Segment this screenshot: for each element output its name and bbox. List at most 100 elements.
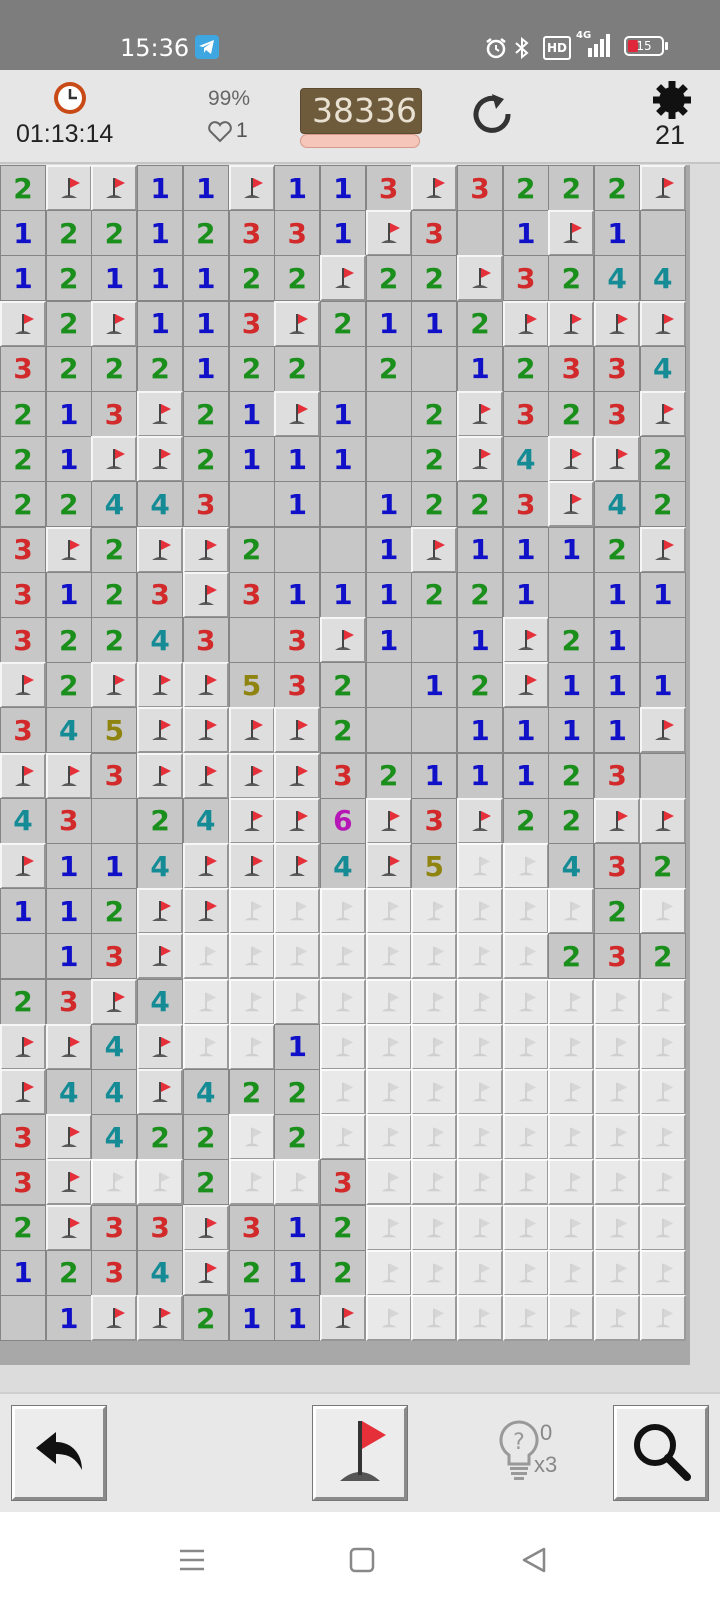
board-cell[interactable] <box>411 1023 458 1070</box>
board-cell[interactable] <box>0 933 46 980</box>
board-cell[interactable] <box>502 843 549 889</box>
settings-button[interactable] <box>652 80 692 125</box>
board-cell[interactable]: 2 <box>548 933 595 980</box>
board-cell[interactable]: 2 <box>502 345 549 392</box>
board-cell[interactable]: 1 <box>137 255 184 302</box>
board-cell[interactable]: 1 <box>548 526 595 573</box>
board-cell[interactable]: 3 <box>0 526 46 573</box>
board-cell[interactable]: 3 <box>228 300 275 347</box>
board-cell[interactable]: 1 <box>502 526 549 573</box>
board-cell[interactable] <box>548 210 595 257</box>
board-cell[interactable]: 3 <box>182 481 229 528</box>
board-cell[interactable]: 1 <box>502 571 549 618</box>
board-cell[interactable]: 1 <box>319 165 366 211</box>
board-cell[interactable]: 3 <box>45 978 92 1025</box>
board-cell[interactable] <box>228 888 275 935</box>
board-cell[interactable]: 1 <box>365 526 412 573</box>
board-cell[interactable]: 2 <box>182 210 229 257</box>
board-cell[interactable]: 2 <box>594 888 641 935</box>
board-cell[interactable] <box>457 436 503 483</box>
board-cell[interactable]: 1 <box>182 300 229 347</box>
board-cell[interactable]: 1 <box>594 210 641 257</box>
board-cell[interactable]: 4 <box>594 255 641 302</box>
board-cell[interactable]: 4 <box>639 345 686 392</box>
board-cell[interactable]: 3 <box>0 617 46 663</box>
board-cell[interactable] <box>274 752 321 799</box>
board-cell[interactable] <box>457 978 503 1025</box>
board-cell[interactable]: 4 <box>45 1069 92 1115</box>
board-cell[interactable]: 1 <box>594 707 641 754</box>
board-cell[interactable] <box>0 752 46 799</box>
hint-area[interactable]: ? 0 x3 <box>496 1418 566 1488</box>
board-cell[interactable]: 2 <box>639 843 686 889</box>
board-cell[interactable]: 2 <box>91 888 138 935</box>
board-cell[interactable]: 2 <box>502 797 549 844</box>
board-cell[interactable]: 3 <box>594 843 641 889</box>
board-cell[interactable] <box>0 1295 46 1341</box>
board-cell[interactable] <box>45 526 92 573</box>
board-cell[interactable] <box>411 165 458 211</box>
board-cell[interactable] <box>639 1295 686 1341</box>
board-cell[interactable] <box>548 1069 595 1115</box>
board-cell[interactable] <box>365 1023 412 1070</box>
board-cell[interactable] <box>548 1249 595 1296</box>
board-cell[interactable]: 1 <box>0 1249 46 1296</box>
board-cell[interactable] <box>91 662 138 709</box>
board-cell[interactable]: 4 <box>137 843 184 889</box>
board-cell[interactable]: 2 <box>137 797 184 844</box>
board-cell[interactable] <box>639 752 686 799</box>
board-cell[interactable]: 1 <box>594 617 641 663</box>
board-cell[interactable]: 4 <box>639 255 686 302</box>
board-cell[interactable]: 3 <box>0 345 46 392</box>
board-cell[interactable]: 1 <box>137 300 184 347</box>
board-cell[interactable]: 1 <box>228 391 275 437</box>
board-cell[interactable]: 1 <box>319 571 366 618</box>
board-cell[interactable]: 2 <box>0 436 46 483</box>
board-cell[interactable]: 3 <box>457 165 503 211</box>
board-cell[interactable] <box>365 707 412 754</box>
board-cell[interactable] <box>457 1204 503 1251</box>
board-cell[interactable] <box>548 436 595 483</box>
back-icon[interactable] <box>520 1546 548 1579</box>
board-cell[interactable]: 1 <box>137 165 184 211</box>
board-cell[interactable]: 3 <box>0 707 46 754</box>
board-cell[interactable]: 1 <box>0 255 46 302</box>
board-cell[interactable]: 1 <box>319 391 366 437</box>
board-cell[interactable] <box>594 1204 641 1251</box>
board-cell[interactable]: 2 <box>594 526 641 573</box>
board-cell[interactable]: 3 <box>91 933 138 980</box>
board-cell[interactable] <box>502 1023 549 1070</box>
board-cell[interactable] <box>45 752 92 799</box>
board-cell[interactable]: 1 <box>365 571 412 618</box>
board-cell[interactable] <box>137 933 184 980</box>
board-cell[interactable] <box>137 1295 184 1341</box>
board-cell[interactable]: 2 <box>0 978 46 1025</box>
board-cell[interactable] <box>411 1159 458 1206</box>
board-cell[interactable]: 3 <box>411 210 458 257</box>
board-cell[interactable]: 1 <box>274 1023 321 1070</box>
flag-mode-button[interactable] <box>312 1405 408 1501</box>
board-cell[interactable] <box>411 345 458 392</box>
board-cell[interactable]: 3 <box>0 1159 46 1206</box>
board-cell[interactable]: 1 <box>274 436 321 483</box>
board-cell[interactable]: 4 <box>137 617 184 663</box>
board-cell[interactable]: 2 <box>639 933 686 980</box>
board-cell[interactable]: 4 <box>548 843 595 889</box>
board-cell[interactable]: 1 <box>274 1204 321 1251</box>
board-cell[interactable]: 4 <box>91 481 138 528</box>
board-cell[interactable]: 2 <box>274 345 321 392</box>
board-cell[interactable]: 2 <box>91 571 138 618</box>
board-cell[interactable]: 3 <box>0 571 46 618</box>
board-cell[interactable]: 3 <box>91 1249 138 1296</box>
board-cell[interactable] <box>319 1069 366 1115</box>
board-cell[interactable] <box>182 1204 229 1251</box>
board-cell[interactable] <box>91 1295 138 1341</box>
board-cell[interactable]: 2 <box>365 752 412 799</box>
board-cell[interactable] <box>548 1114 595 1161</box>
board-cell[interactable]: 3 <box>91 1204 138 1251</box>
board-cell[interactable] <box>137 1159 184 1206</box>
board-cell[interactable]: 2 <box>0 391 46 437</box>
board-cell[interactable] <box>365 210 412 257</box>
board-cell[interactable] <box>365 888 412 935</box>
board-cell[interactable] <box>457 797 503 844</box>
